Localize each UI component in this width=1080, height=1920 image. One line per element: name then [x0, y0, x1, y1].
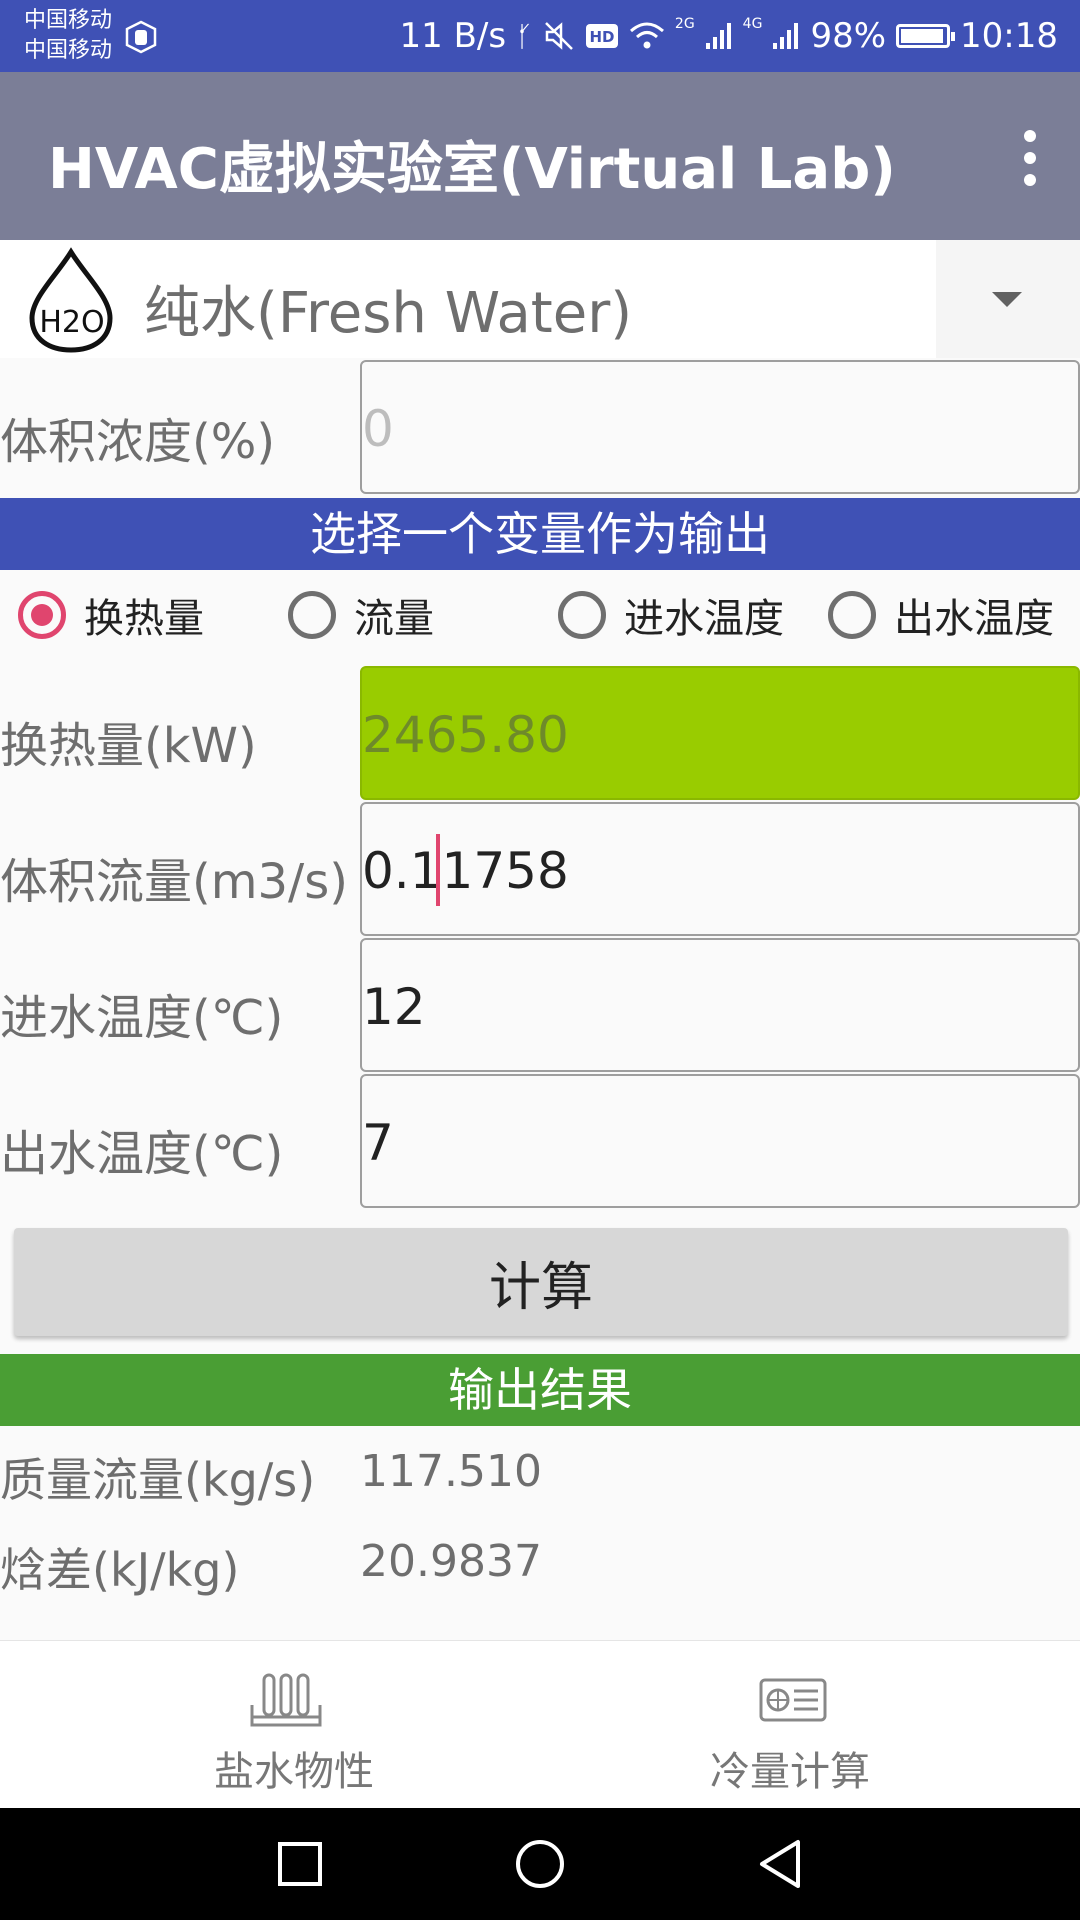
carrier-info: 中国移动 中国移动: [24, 6, 112, 66]
text-cursor: [436, 834, 440, 906]
concentration-label: 体积浓度(%): [0, 414, 276, 470]
radio-label: 进水温度: [624, 596, 784, 642]
clock: 10:18: [960, 16, 1058, 56]
output-select-header: 选择一个变量作为输出: [0, 498, 1080, 570]
flow-label: 体积流量(m3/s): [0, 854, 348, 910]
concentration-placeholder: 0: [362, 400, 394, 458]
nav-cooling-calc[interactable]: 冷量计算: [540, 1641, 1080, 1809]
battery-percent: 98%: [810, 16, 887, 56]
flow-input[interactable]: 0.11758: [360, 802, 1080, 936]
home-button[interactable]: [500, 1808, 580, 1920]
net-speed: 11 B/s: [399, 16, 507, 56]
radio-flow[interactable]: 流量: [288, 586, 434, 644]
app-title: HVAC虚拟实验室(Virtual Lab): [48, 137, 896, 202]
outlet-temp-value: 7: [362, 1114, 394, 1172]
fluid-selected: 纯水(Fresh Water): [144, 281, 633, 346]
status-icons: 11 B/s ᚶ HD 2G 4G 98% 10:18: [400, 0, 1058, 72]
recents-button[interactable]: [260, 1808, 340, 1920]
carrier-1: 中国移动: [24, 8, 113, 33]
home-circle-icon: [516, 1840, 564, 1888]
nav-label: 盐水物性: [214, 1749, 374, 1795]
battery-icon: [896, 24, 956, 48]
enthalpy-value: 20.9837: [360, 1536, 542, 1587]
svg-text:HD: HD: [589, 28, 614, 46]
concentration-input[interactable]: 0: [360, 360, 1080, 494]
signal-4g-icon: [773, 23, 799, 49]
overflow-menu-icon[interactable]: [1020, 130, 1040, 186]
radio-label: 换热量: [84, 596, 204, 642]
flow-value: 0.11758: [362, 842, 569, 900]
back-button[interactable]: [740, 1808, 820, 1920]
inlet-temp-label: 进水温度(℃): [0, 990, 284, 1046]
inlet-temp-value: 12: [362, 978, 426, 1036]
radio-label: 出水温度: [894, 596, 1054, 642]
app-bar: HVAC虚拟实验室(Virtual Lab): [0, 72, 1080, 240]
system-nav-bar: [0, 1808, 1080, 1920]
mass-flow-value: 117.510: [360, 1446, 542, 1497]
signal-2g-icon: [705, 23, 731, 49]
heat-output-field[interactable]: 2465.80: [360, 666, 1080, 800]
calculate-button[interactable]: 计算: [14, 1228, 1068, 1336]
heat-label: 换热量(kW): [0, 718, 257, 774]
enthalpy-label: 焓差(kJ/kg): [0, 1543, 240, 1597]
net-2g-label: 2G: [674, 16, 695, 32]
bluetooth-icon: ᚶ: [516, 19, 533, 53]
radio-heat[interactable]: 换热量: [18, 586, 204, 644]
mute-icon: [545, 22, 573, 50]
radio-outlet-temp[interactable]: 出水温度: [828, 586, 1054, 644]
app-notification-icon: [125, 20, 157, 54]
nav-brine-properties[interactable]: 盐水物性: [0, 1641, 540, 1809]
radio-circle: [18, 591, 66, 639]
inlet-temp-input[interactable]: 12: [360, 938, 1080, 1072]
mass-flow-label: 质量流量(kg/s): [0, 1453, 316, 1507]
radio-label: 流量: [354, 596, 434, 642]
heat-value: 2465.80: [362, 706, 569, 764]
air-conditioner-icon: [759, 1678, 827, 1722]
radio-inlet-temp[interactable]: 进水温度: [558, 586, 784, 644]
wifi-icon: [629, 22, 664, 49]
fluid-spinner[interactable]: H2O 纯水(Fresh Water): [0, 240, 936, 358]
net-4g-label: 4G: [742, 16, 763, 32]
carrier-2: 中国移动: [24, 38, 113, 63]
dropdown-arrow-icon: [992, 292, 1022, 307]
results-header: 输出结果: [0, 1354, 1080, 1426]
radio-circle: [288, 591, 336, 639]
recents-square-icon: [278, 1842, 322, 1886]
water-drop-formula: H2O: [39, 305, 104, 340]
nav-label: 冷量计算: [710, 1749, 870, 1795]
bottom-nav: 盐水物性 冷量计算: [0, 1640, 1080, 1809]
radio-circle: [828, 591, 876, 639]
hd-icon: HD: [585, 24, 618, 48]
radio-circle: [558, 591, 606, 639]
spinner-dropdown[interactable]: [936, 240, 1080, 358]
status-bar: 中国移动 中国移动 11 B/s ᚶ HD 2G 4G 98% 10:18: [0, 0, 1080, 72]
water-drop-icon: H2O: [29, 247, 113, 353]
back-triangle-icon: [760, 1840, 800, 1888]
outlet-temp-label: 出水温度(℃): [0, 1126, 284, 1182]
test-tubes-icon: [250, 1673, 322, 1727]
output-radio-group: 换热量 流量 进水温度 出水温度: [0, 572, 1080, 662]
outlet-temp-input[interactable]: 7: [360, 1074, 1080, 1208]
